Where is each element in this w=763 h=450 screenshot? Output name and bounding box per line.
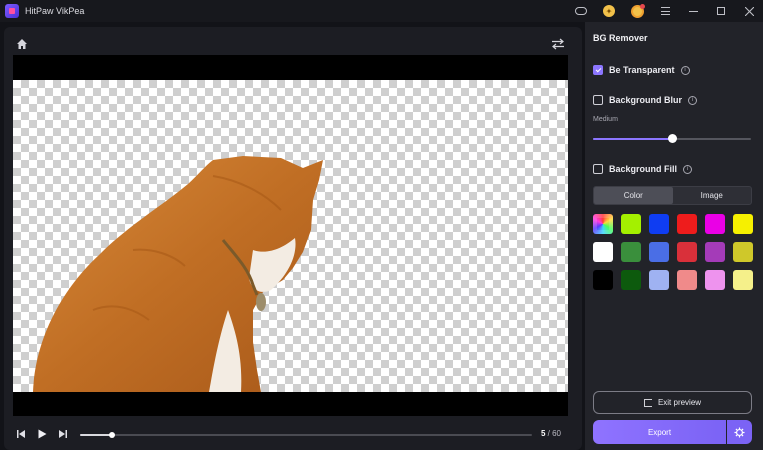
app-title: HitPaw VikPea <box>25 6 85 16</box>
timeline-track[interactable] <box>80 432 532 438</box>
color-swatch[interactable] <box>733 270 753 290</box>
minimize-icon[interactable] <box>679 0 707 22</box>
fill-type-tabs: Color Image <box>593 186 752 205</box>
blur-slider[interactable] <box>593 134 751 143</box>
be-transparent-checkbox[interactable] <box>593 65 603 75</box>
info-icon[interactable]: i <box>688 95 698 105</box>
close-icon[interactable] <box>735 0 763 22</box>
gamepad-icon[interactable] <box>567 0 595 22</box>
play-icon[interactable] <box>36 428 48 440</box>
info-icon[interactable]: i <box>683 164 693 174</box>
option-be-transparent[interactable]: Be Transparent i <box>593 64 690 76</box>
title-bar: HitPaw VikPea ✦ <box>0 0 763 22</box>
previous-frame-icon[interactable] <box>15 428 27 440</box>
color-swatch[interactable] <box>677 242 697 262</box>
bg-remover-panel: BG Remover Be Transparent i Background B… <box>585 22 763 450</box>
background-fill-checkbox[interactable] <box>593 164 603 174</box>
cat-subject <box>33 156 323 392</box>
color-swatch[interactable] <box>733 242 753 262</box>
color-swatch[interactable] <box>593 270 613 290</box>
color-swatch[interactable] <box>621 270 641 290</box>
export-settings-button[interactable] <box>727 420 752 444</box>
color-swatch[interactable] <box>649 242 669 262</box>
blur-slider-handle[interactable] <box>667 134 677 143</box>
info-icon[interactable]: i <box>680 65 690 75</box>
playback-controls: 5 / 60 <box>4 424 582 444</box>
tab-image[interactable]: Image <box>673 187 752 204</box>
color-swatch[interactable] <box>593 242 613 262</box>
custom-color-swatch[interactable] <box>593 214 613 234</box>
total-frames: 60 <box>552 429 561 438</box>
option-background-fill[interactable]: Background Fill i <box>593 163 693 175</box>
background-blur-checkbox[interactable] <box>593 95 603 105</box>
color-swatch[interactable] <box>705 270 725 290</box>
video-frame <box>13 55 568 416</box>
exit-icon <box>643 398 652 407</box>
color-swatch-grid <box>593 214 753 290</box>
be-transparent-label: Be Transparent <box>609 65 675 75</box>
color-swatch[interactable] <box>649 214 669 234</box>
maximize-icon[interactable] <box>707 0 735 22</box>
avatar-icon[interactable] <box>623 0 651 22</box>
panel-title: BG Remover <box>593 33 648 43</box>
swap-icon[interactable] <box>550 37 566 51</box>
timeline-handle[interactable] <box>108 432 115 438</box>
color-swatch[interactable] <box>705 214 725 234</box>
color-swatch[interactable] <box>649 270 669 290</box>
preview-panel: 5 / 60 <box>4 27 582 450</box>
menu-icon[interactable] <box>651 0 679 22</box>
export-button[interactable]: Export <box>593 420 726 444</box>
gear-icon <box>734 426 745 438</box>
exit-preview-label: Exit preview <box>657 398 702 407</box>
color-swatch[interactable] <box>621 214 641 234</box>
export-label: Export <box>647 427 672 437</box>
color-swatch[interactable] <box>677 214 697 234</box>
app-logo-icon <box>5 4 19 18</box>
option-background-blur[interactable]: Background Blur i <box>593 94 698 106</box>
next-frame-icon[interactable] <box>57 428 69 440</box>
color-swatch[interactable] <box>621 242 641 262</box>
frame-counter: 5 / 60 <box>541 429 561 438</box>
color-swatch[interactable] <box>705 242 725 262</box>
tab-color[interactable]: Color <box>594 187 673 204</box>
color-swatch[interactable] <box>677 270 697 290</box>
timeline-progress <box>80 434 112 436</box>
blur-slider-fill <box>593 138 672 140</box>
color-swatch[interactable] <box>733 214 753 234</box>
coin-icon[interactable]: ✦ <box>595 0 623 22</box>
transparent-canvas <box>13 80 568 392</box>
home-icon[interactable] <box>15 37 29 51</box>
blur-level-label: Medium <box>593 116 618 123</box>
background-fill-label: Background Fill <box>609 164 678 174</box>
exit-preview-button[interactable]: Exit preview <box>593 391 752 414</box>
background-blur-label: Background Blur <box>609 95 683 105</box>
